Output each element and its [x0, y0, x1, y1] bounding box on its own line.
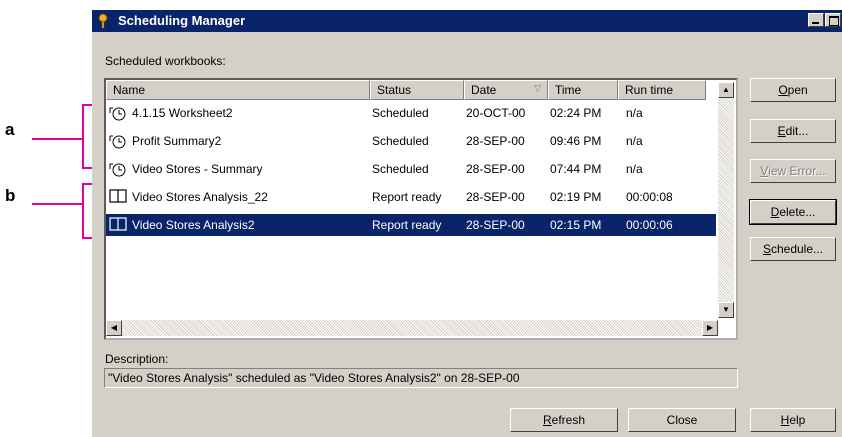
column-header-label: Name — [113, 83, 146, 97]
button-accelerator: O — [778, 83, 788, 97]
button-accelerator: R — [542, 413, 552, 427]
scheduled-workbooks-label: Scheduled workbooks: — [105, 54, 226, 68]
cell-runtime: n/a — [626, 162, 643, 176]
cell-date: 20-OCT-00 — [466, 106, 526, 120]
cell-runtime: 00:00:08 — [626, 190, 673, 204]
button-label: Close — [666, 413, 698, 427]
cell-name: Video Stores Analysis_22 — [132, 190, 268, 204]
annotation-bracket-a — [82, 104, 84, 169]
button-label-suffix: iew Error... — [768, 164, 826, 178]
maximize-button[interactable] — [825, 13, 841, 27]
button-accelerator: S — [762, 242, 771, 256]
annotation-line-b — [32, 203, 82, 205]
edit-button[interactable]: Edit... — [750, 119, 836, 143]
close-button[interactable]: Close — [628, 408, 736, 432]
window-title: Scheduling Manager — [118, 13, 246, 28]
delete-button[interactable]: Delete... — [749, 199, 837, 225]
cell-date: 28-SEP-00 — [466, 190, 525, 204]
cell-date: 28-SEP-00 — [466, 134, 525, 148]
cell-runtime: n/a — [626, 134, 643, 148]
annotation-line-a — [32, 138, 82, 140]
cell-status: Scheduled — [372, 106, 429, 120]
cell-name: 4.1.15 Worksheet2 — [132, 106, 233, 120]
annotation-label-b: b — [5, 186, 16, 205]
cell-status: Scheduled — [372, 134, 429, 148]
cell-runtime: 00:00:06 — [626, 218, 673, 232]
workbook-list[interactable]: Name Status Date ▽ Time Run time 4.1.15 … — [104, 78, 738, 340]
vertical-scrollbar[interactable]: ▲ ▼ — [718, 80, 736, 338]
help-button[interactable]: Help — [750, 408, 836, 432]
clock-schedule-icon — [109, 133, 127, 152]
minimize-icon — [812, 22, 819, 24]
cell-status: Report ready — [372, 218, 442, 232]
button-accelerator: E — [777, 124, 786, 138]
refresh-button[interactable]: Refresh — [510, 408, 618, 432]
button-label-suffix: elete... — [779, 205, 816, 219]
sort-descending-icon: ▽ — [534, 83, 541, 93]
column-header-label: Date — [471, 83, 497, 97]
cell-time: 07:44 PM — [550, 162, 602, 176]
minimize-button[interactable] — [808, 13, 824, 27]
cell-name: Profit Summary2 — [132, 134, 222, 148]
column-header-date[interactable]: Date ▽ — [464, 80, 548, 100]
horizontal-scrollbar[interactable]: ◀ ▶ — [106, 320, 718, 338]
clock-schedule-icon — [109, 105, 127, 124]
horizontal-scroll-track[interactable] — [122, 320, 702, 336]
view-error-button[interactable]: View Error... — [750, 159, 836, 183]
annotation-label-a: a — [5, 120, 15, 139]
book-icon — [109, 217, 127, 234]
scroll-right-icon[interactable]: ▶ — [702, 320, 718, 336]
scroll-down-icon[interactable]: ▼ — [718, 302, 734, 318]
schedule-button[interactable]: Schedule... — [750, 237, 836, 261]
cell-name: Video Stores Analysis2 — [132, 218, 255, 232]
column-header-name[interactable]: Name — [106, 80, 370, 100]
open-button[interactable]: Open — [750, 78, 836, 102]
scroll-up-icon[interactable]: ▲ — [718, 82, 734, 98]
button-label-suffix: chedule... — [770, 242, 824, 256]
cell-name: Video Stores - Summary — [132, 162, 263, 176]
cell-time: 02:15 PM — [550, 218, 602, 232]
scheduling-manager-window: Scheduling Manager Scheduled workbooks: … — [92, 10, 842, 437]
column-header-label: Time — [555, 83, 582, 97]
cell-time: 02:19 PM — [550, 190, 602, 204]
column-header-label: Status — [377, 83, 412, 97]
description-text: "Video Stores Analysis" scheduled as "Vi… — [108, 371, 520, 385]
cell-time: 09:46 PM — [550, 134, 602, 148]
cell-date: 28-SEP-00 — [466, 162, 525, 176]
scroll-left-icon[interactable]: ◀ — [106, 320, 122, 336]
clock-schedule-icon — [109, 161, 127, 180]
list-item[interactable]: Profit Summary2 Scheduled 28-SEP-00 09:46 P… — [106, 130, 714, 152]
button-accelerator: D — [770, 205, 780, 219]
book-icon — [109, 189, 127, 206]
cell-date: 28-SEP-00 — [466, 218, 525, 232]
cell-time: 02:24 PM — [550, 106, 602, 120]
cell-status: Report ready — [372, 190, 442, 204]
list-item[interactable]: 4.1.15 Worksheet2 Scheduled 20-OCT-00 02:24… — [106, 102, 714, 124]
vertical-scroll-track[interactable] — [718, 98, 734, 302]
list-item[interactable]: Video Stores Analysis_22 Report ready 28-S… — [106, 186, 714, 208]
button-label-suffix: elp — [789, 413, 806, 427]
button-label-suffix: efresh — [551, 413, 586, 427]
title-bar[interactable]: Scheduling Manager — [92, 10, 842, 32]
list-item[interactable]: Video Stores - Summary Scheduled 28-SEP-00… — [106, 158, 714, 180]
cell-runtime: n/a — [626, 106, 643, 120]
cell-status: Scheduled — [372, 162, 429, 176]
column-header-time[interactable]: Time — [548, 80, 618, 100]
column-header-label: Run time — [625, 83, 674, 97]
column-header-runtime[interactable]: Run time — [618, 80, 706, 100]
list-item[interactable]: Video Stores Analysis2 Report ready 28-SEP… — [106, 214, 716, 236]
button-label-suffix: dit... — [785, 124, 809, 138]
description-field: "Video Stores Analysis" scheduled as "Vi… — [104, 368, 738, 388]
key-app-icon — [98, 13, 112, 29]
column-header-status[interactable]: Status — [370, 80, 464, 100]
maximize-icon — [829, 16, 839, 26]
annotation-bracket-b — [82, 183, 84, 239]
button-label-suffix: pen — [787, 83, 808, 97]
description-label: Description: — [105, 352, 169, 366]
